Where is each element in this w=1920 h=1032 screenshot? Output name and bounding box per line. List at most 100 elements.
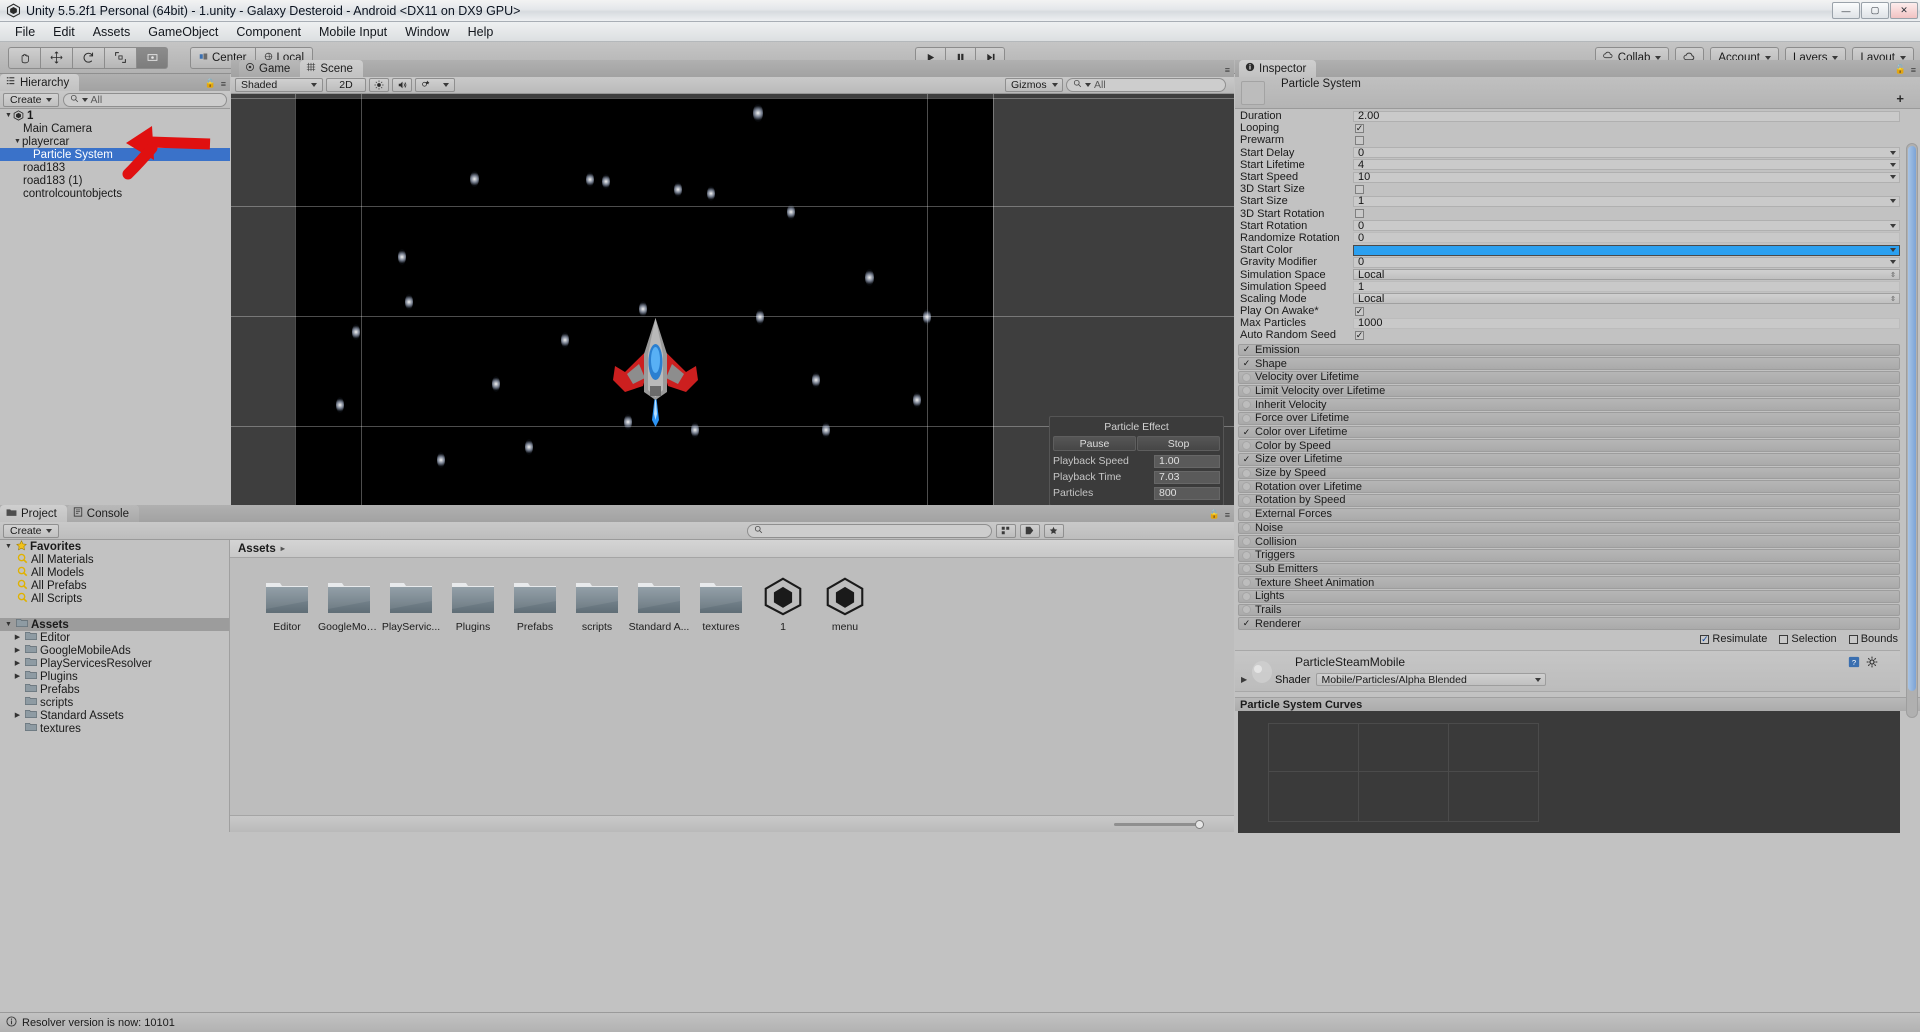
tab-game[interactable]: Game	[239, 60, 300, 77]
project-search-input[interactable]	[747, 524, 992, 538]
project-tree-all-materials[interactable]: All Materials	[0, 553, 229, 566]
expand-triangle-icon[interactable]: ▶	[13, 712, 22, 719]
minimize-button[interactable]: —	[1832, 2, 1860, 19]
module-checkbox-icon[interactable]	[1242, 592, 1251, 601]
chevron-down-icon[interactable]	[1890, 175, 1896, 179]
gizmos-dropdown[interactable]: Gizmos	[1005, 78, 1063, 92]
module-checkbox-icon[interactable]	[1242, 414, 1251, 423]
filter-by-type-button[interactable]	[996, 524, 1016, 538]
hierarchy-item-playercar[interactable]: ▼ playercar	[0, 135, 230, 148]
project-tree-googlemobileads[interactable]: ▶ GoogleMobileAds	[0, 644, 229, 657]
module-checkbox-icon[interactable]	[1242, 345, 1251, 354]
asset-item-prefabs[interactable]: Prefabs	[504, 576, 566, 633]
module-limit-velocity-over-lifetime[interactable]: Limit Velocity over Lifetime	[1238, 385, 1900, 398]
module-rotation-over-lifetime[interactable]: Rotation over Lifetime	[1238, 480, 1900, 493]
expand-triangle-icon[interactable]: ▼	[4, 543, 13, 550]
rect-tool-button[interactable]	[136, 47, 168, 69]
property-value-start-speed[interactable]: 10	[1353, 172, 1900, 183]
menu-mobile-input[interactable]: Mobile Input	[310, 23, 396, 41]
property-value-randomize-rotation[interactable]: 0	[1353, 232, 1900, 243]
expand-triangle-icon[interactable]: ▶	[13, 660, 22, 667]
module-checkbox-icon[interactable]	[1242, 469, 1251, 478]
module-checkbox-icon[interactable]	[1242, 523, 1251, 532]
property-checkbox-3d-start-rotation[interactable]	[1355, 209, 1364, 218]
project-tree-prefabs[interactable]: Prefabs	[0, 683, 229, 696]
resimulate-toggle[interactable]: Resimulate	[1698, 633, 1767, 645]
resimulate-checkbox[interactable]	[1700, 635, 1709, 644]
module-force-over-lifetime[interactable]: Force over Lifetime	[1238, 412, 1900, 425]
expand-triangle-icon[interactable]: ▶	[13, 634, 22, 641]
lighting-toggle-button[interactable]	[369, 78, 389, 92]
breadcrumb-assets[interactable]: Assets	[238, 543, 276, 555]
particles-count-value[interactable]: 800	[1154, 487, 1220, 500]
asset-item-plugins[interactable]: Plugins	[442, 576, 504, 633]
updown-arrows-icon[interactable]: ⇳	[1890, 271, 1896, 279]
property-value-start-lifetime[interactable]: 4	[1353, 159, 1900, 170]
expand-triangle-icon[interactable]: ▶	[13, 673, 22, 680]
property-value-start-rotation[interactable]: 0	[1353, 220, 1900, 231]
scale-tool-button[interactable]	[104, 47, 136, 69]
module-checkbox-icon[interactable]	[1242, 510, 1251, 519]
module-shape[interactable]: Shape	[1238, 357, 1900, 370]
asset-item-playservicesresolver[interactable]: PlayServic...	[380, 576, 442, 633]
property-value-start-size[interactable]: 1	[1353, 196, 1900, 207]
module-inherit-velocity[interactable]: Inherit Velocity	[1238, 398, 1900, 411]
hamburger-icon[interactable]: ≡	[1225, 510, 1230, 520]
filter-by-label-button[interactable]	[1020, 524, 1040, 538]
asset-zoom-slider-track[interactable]	[1114, 823, 1204, 826]
hand-tool-button[interactable]	[8, 47, 40, 69]
hierarchy-create-button[interactable]: Create	[3, 93, 59, 107]
module-noise[interactable]: Noise	[1238, 522, 1900, 535]
module-trails[interactable]: Trails	[1238, 604, 1900, 617]
module-size-by-speed[interactable]: Size by Speed	[1238, 467, 1900, 480]
project-tree-plugins[interactable]: ▶ Plugins	[0, 670, 229, 683]
module-lights[interactable]: Lights	[1238, 590, 1900, 603]
particle-system-curves-canvas[interactable]	[1238, 711, 1900, 833]
gear-icon[interactable]	[1866, 656, 1878, 671]
asset-item-scene-menu[interactable]: menu	[814, 576, 876, 633]
module-checkbox-icon[interactable]	[1242, 386, 1251, 395]
module-checkbox-icon[interactable]	[1242, 551, 1251, 560]
tab-project[interactable]: Project	[0, 505, 67, 522]
asset-item-scene-1[interactable]: 1	[752, 576, 814, 633]
lock-icon[interactable]: 🔒	[205, 78, 216, 89]
property-value-simulation-speed[interactable]: 1	[1353, 281, 1900, 292]
project-tree-all-models[interactable]: All Models	[0, 566, 229, 579]
chevron-down-icon[interactable]	[1890, 151, 1896, 155]
hierarchy-search-input[interactable]: All	[63, 93, 227, 107]
module-checkbox-icon[interactable]	[1242, 428, 1251, 437]
menu-help[interactable]: Help	[459, 23, 503, 41]
module-emission[interactable]: Emission	[1238, 344, 1900, 357]
chevron-down-icon[interactable]	[1890, 199, 1896, 203]
menu-window[interactable]: Window	[396, 23, 458, 41]
module-rotation-by-speed[interactable]: Rotation by Speed	[1238, 494, 1900, 507]
module-sub-emitters[interactable]: Sub Emitters	[1238, 563, 1900, 576]
module-color-by-speed[interactable]: Color by Speed	[1238, 439, 1900, 452]
toggle-2d-button[interactable]: 2D	[326, 78, 366, 92]
property-value-max-particles[interactable]: 1000	[1353, 318, 1900, 329]
shading-mode-dropdown[interactable]: Shaded	[235, 78, 323, 92]
bounds-toggle[interactable]: Bounds	[1847, 633, 1898, 645]
close-button[interactable]: ✕	[1890, 2, 1918, 19]
module-checkbox-icon[interactable]	[1242, 441, 1251, 450]
scene-view-canvas[interactable]: Particle Effect Pause Stop Playback Spee…	[231, 94, 1234, 518]
project-tree-playservicesresolver[interactable]: ▶ PlayServicesResolver	[0, 657, 229, 670]
particle-stop-button[interactable]: Stop	[1137, 436, 1220, 451]
add-component-button[interactable]: +	[1896, 91, 1904, 106]
inspector-scrollbar[interactable]	[1906, 143, 1918, 718]
module-triggers[interactable]: Triggers	[1238, 549, 1900, 562]
asset-zoom-slider-knob[interactable]	[1195, 820, 1204, 829]
module-checkbox-icon[interactable]	[1242, 359, 1251, 368]
asset-item-textures[interactable]: textures	[690, 576, 752, 633]
expand-triangle-icon[interactable]: ▶	[13, 647, 22, 654]
playback-speed-value[interactable]: 1.00	[1154, 455, 1220, 468]
project-tree-favorites[interactable]: ▼ Favorites	[0, 540, 229, 553]
maximize-button[interactable]: ▢	[1861, 2, 1889, 19]
module-size-over-lifetime[interactable]: Size over Lifetime	[1238, 453, 1900, 466]
inspector-scrollbar-thumb[interactable]	[1908, 146, 1916, 691]
expand-triangle-icon[interactable]: ▼	[13, 138, 22, 145]
menu-edit[interactable]: Edit	[44, 23, 84, 41]
particle-pause-button[interactable]: Pause	[1053, 436, 1136, 451]
asset-item-scripts[interactable]: scripts	[566, 576, 628, 633]
asset-item-editor[interactable]: Editor	[256, 576, 318, 633]
